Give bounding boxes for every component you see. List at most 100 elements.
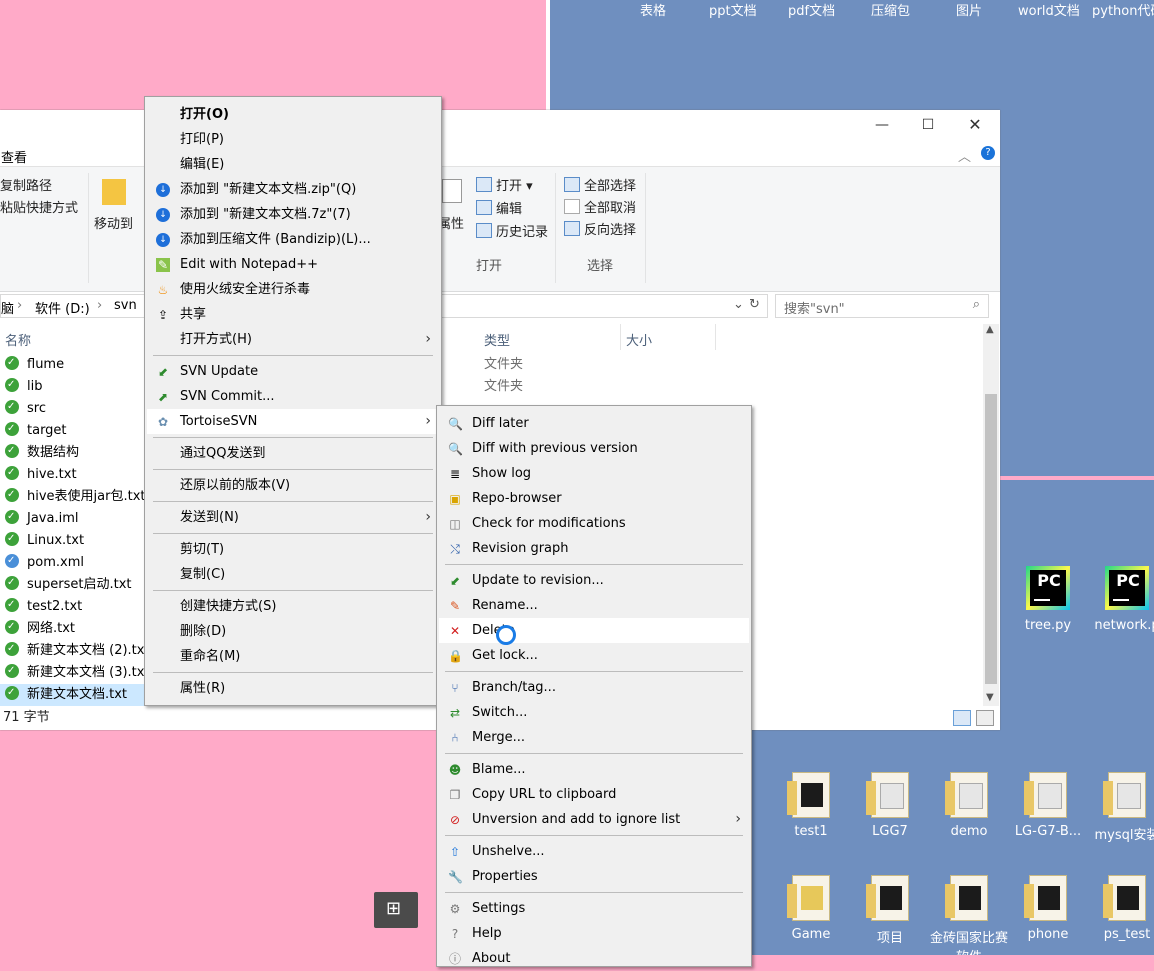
paste-shortcut-button[interactable]: 粘贴快捷方式 (0, 197, 78, 216)
submenu-item-diff-later[interactable]: 🔍 Diff later (439, 411, 749, 436)
list-item[interactable]: target (0, 418, 145, 442)
submenu-item-about[interactable]: ⓘ About (439, 946, 749, 971)
desktop-icon-label[interactable]: 压缩包 (871, 0, 910, 19)
select-none-button[interactable]: 全部取消 (564, 197, 636, 216)
desktop-icon-project[interactable]: 项目 (851, 875, 929, 946)
desktop-icon-demo[interactable]: demo (930, 772, 1008, 839)
desktop-icon-label[interactable]: python代码 (1092, 0, 1154, 19)
edit-button[interactable]: 编辑 (476, 198, 522, 217)
menu-item-notepadpp[interactable]: ✎ Edit with Notepad++ (147, 252, 439, 277)
column-type[interactable]: 类型 (484, 330, 510, 349)
column-size[interactable]: 大小 (626, 330, 652, 349)
submenu-item-branch-tag[interactable]: ⑂ Branch/tag... (439, 675, 749, 700)
submenu-item-delete[interactable]: ✕ Delete (439, 618, 749, 643)
submenu-item-help[interactable]: ? Help (439, 921, 749, 946)
desktop-icon-label[interactable]: 图片 (956, 0, 982, 19)
submenu-item-unversion-ignore[interactable]: ⊘ Unversion and add to ignore list › (439, 807, 749, 832)
desktop-icon-lg-g7[interactable]: LG-G7-B... (1009, 772, 1087, 839)
submenu-item-rename[interactable]: ✎ Rename... (439, 593, 749, 618)
submenu-item-revision-graph[interactable]: ⤭ Revision graph (439, 536, 749, 561)
menu-item-share[interactable]: ⇪ 共享 (147, 302, 439, 327)
menu-item-create-shortcut[interactable]: 创建快捷方式(S) (147, 594, 439, 619)
list-item[interactable]: 新建文本文档 (2).txt (0, 638, 150, 662)
list-item[interactable]: hive表使用jar包.txt (0, 484, 146, 508)
menu-item-svn-update[interactable]: ⬋ SVN Update (147, 359, 439, 384)
close-button[interactable]: ✕ (965, 117, 985, 133)
menu-item-rename[interactable]: 重命名(M) (147, 644, 439, 669)
refresh-icon[interactable]: ↻ (749, 297, 760, 312)
scroll-up-icon[interactable]: ▲ (986, 324, 994, 335)
address-dropdown-icon[interactable]: ⌄ (733, 297, 744, 312)
desktop-icon-ps-test[interactable]: ps_test (1088, 875, 1154, 942)
menu-item-open-with[interactable]: 打开方式(H) › (147, 327, 439, 352)
invert-selection-button[interactable]: 反向选择 (564, 219, 636, 238)
open-button[interactable]: 打开 ▾ (476, 175, 533, 194)
desktop-icon-label[interactable]: 表格 (640, 0, 666, 19)
scrollbar-thumb[interactable] (985, 394, 997, 684)
large-icons-view-icon[interactable] (976, 710, 994, 726)
list-item[interactable]: src (0, 396, 145, 420)
desktop-icon-test1[interactable]: test1 (772, 772, 850, 839)
menu-item-add-7z[interactable]: ↓ 添加到 "新建文本文档.7z"(7) (147, 202, 439, 227)
desktop-icon-mysql[interactable]: mysql安装 (1088, 772, 1154, 843)
minimize-button[interactable]: — (872, 118, 892, 132)
list-item[interactable]: 数据结构 (0, 440, 145, 464)
menu-item-edit[interactable]: 编辑(E) (147, 152, 439, 177)
menu-item-add-zip[interactable]: ↓ 添加到 "新建文本文档.zip"(Q) (147, 177, 439, 202)
breadcrumb-item[interactable]: 软件 (D:) (35, 298, 90, 317)
list-item[interactable]: test2.txt (0, 594, 145, 618)
move-to-button[interactable]: 移动到 (94, 213, 133, 232)
submenu-item-update-to-revision[interactable]: ⬋ Update to revision... (439, 568, 749, 593)
menu-item-open[interactable]: 打开(O) (147, 102, 439, 127)
ribbon-collapse-icon[interactable]: ︿ (958, 146, 971, 165)
menu-item-cut[interactable]: 剪切(T) (147, 537, 439, 562)
menu-item-send-qq[interactable]: 通过QQ发送到 (147, 441, 439, 466)
column-name[interactable]: 名称 (5, 330, 31, 349)
menu-item-print[interactable]: 打印(P) (147, 127, 439, 152)
menu-item-copy[interactable]: 复制(C) (147, 562, 439, 587)
desktop-icon-brics[interactable]: 金砖国家比赛软件 (930, 875, 1008, 955)
list-item[interactable]: 新建文本文档 (3).txt (0, 660, 150, 684)
select-all-button[interactable]: 全部选择 (564, 175, 636, 194)
desktop-icon-tree-py[interactable]: PC tree.py (1009, 566, 1087, 633)
copy-path-button[interactable]: 复制路径 (0, 175, 52, 194)
submenu-item-properties[interactable]: 🔧 Properties (439, 864, 749, 889)
list-item[interactable]: lib (0, 374, 145, 398)
submenu-item-switch[interactable]: ⇄ Switch... (439, 700, 749, 725)
desktop-icon-network-py[interactable]: PC network.p (1088, 566, 1154, 633)
list-item[interactable]: Linux.txt (0, 528, 145, 552)
menu-item-restore-versions[interactable]: 还原以前的版本(V) (147, 473, 439, 498)
submenu-item-blame[interactable]: ☻ Blame... (439, 757, 749, 782)
search-input[interactable]: 搜索"svn" ⌕ (775, 294, 989, 318)
desktop-icon-game[interactable]: Game (772, 875, 850, 942)
breadcrumb-item[interactable]: svn (114, 298, 137, 313)
details-view-icon[interactable] (953, 710, 971, 726)
maximize-button[interactable]: ☐ (918, 118, 938, 132)
menu-item-properties[interactable]: 属性(R) (147, 676, 439, 701)
vertical-scrollbar[interactable]: ▲ ▼ (983, 324, 999, 706)
scroll-down-icon[interactable]: ▼ (986, 692, 994, 703)
submenu-item-unshelve[interactable]: ⇧ Unshelve... (439, 839, 749, 864)
list-item[interactable]: hive.txt (0, 462, 145, 486)
list-item[interactable]: 网络.txt (0, 616, 145, 640)
submenu-item-diff-previous[interactable]: 🔍 Diff with previous version (439, 436, 749, 461)
menu-item-svn-commit[interactable]: ⬈ SVN Commit... (147, 384, 439, 409)
submenu-item-copy-url[interactable]: ❐ Copy URL to clipboard (439, 782, 749, 807)
desktop-icon-label[interactable]: world文档 (1018, 0, 1080, 19)
submenu-item-repo-browser[interactable]: ▣ Repo-browser (439, 486, 749, 511)
desktop-icon-phone[interactable]: phone (1009, 875, 1087, 942)
tab-view[interactable]: 查看 (1, 147, 27, 166)
submenu-item-check-modifications[interactable]: ◫ Check for modifications (439, 511, 749, 536)
file-explorer-taskbar-icon[interactable] (374, 892, 418, 928)
desktop-icon-lgg7[interactable]: LGG7 (851, 772, 929, 839)
menu-item-huorong[interactable]: ♨ 使用火绒安全进行杀毒 (147, 277, 439, 302)
menu-item-add-bandizip[interactable]: ↓ 添加到压缩文件 (Bandizip)(L)... (147, 227, 439, 252)
list-item[interactable]: Java.iml (0, 506, 145, 530)
list-item-selected[interactable]: 新建文本文档.txt (0, 682, 145, 706)
history-button[interactable]: 历史记录 (476, 221, 548, 240)
list-item[interactable]: flume (0, 352, 145, 376)
help-icon[interactable]: ? (981, 146, 995, 160)
menu-item-delete[interactable]: 删除(D) (147, 619, 439, 644)
submenu-item-settings[interactable]: ⚙ Settings (439, 896, 749, 921)
list-item[interactable]: superset启动.txt (0, 572, 145, 596)
